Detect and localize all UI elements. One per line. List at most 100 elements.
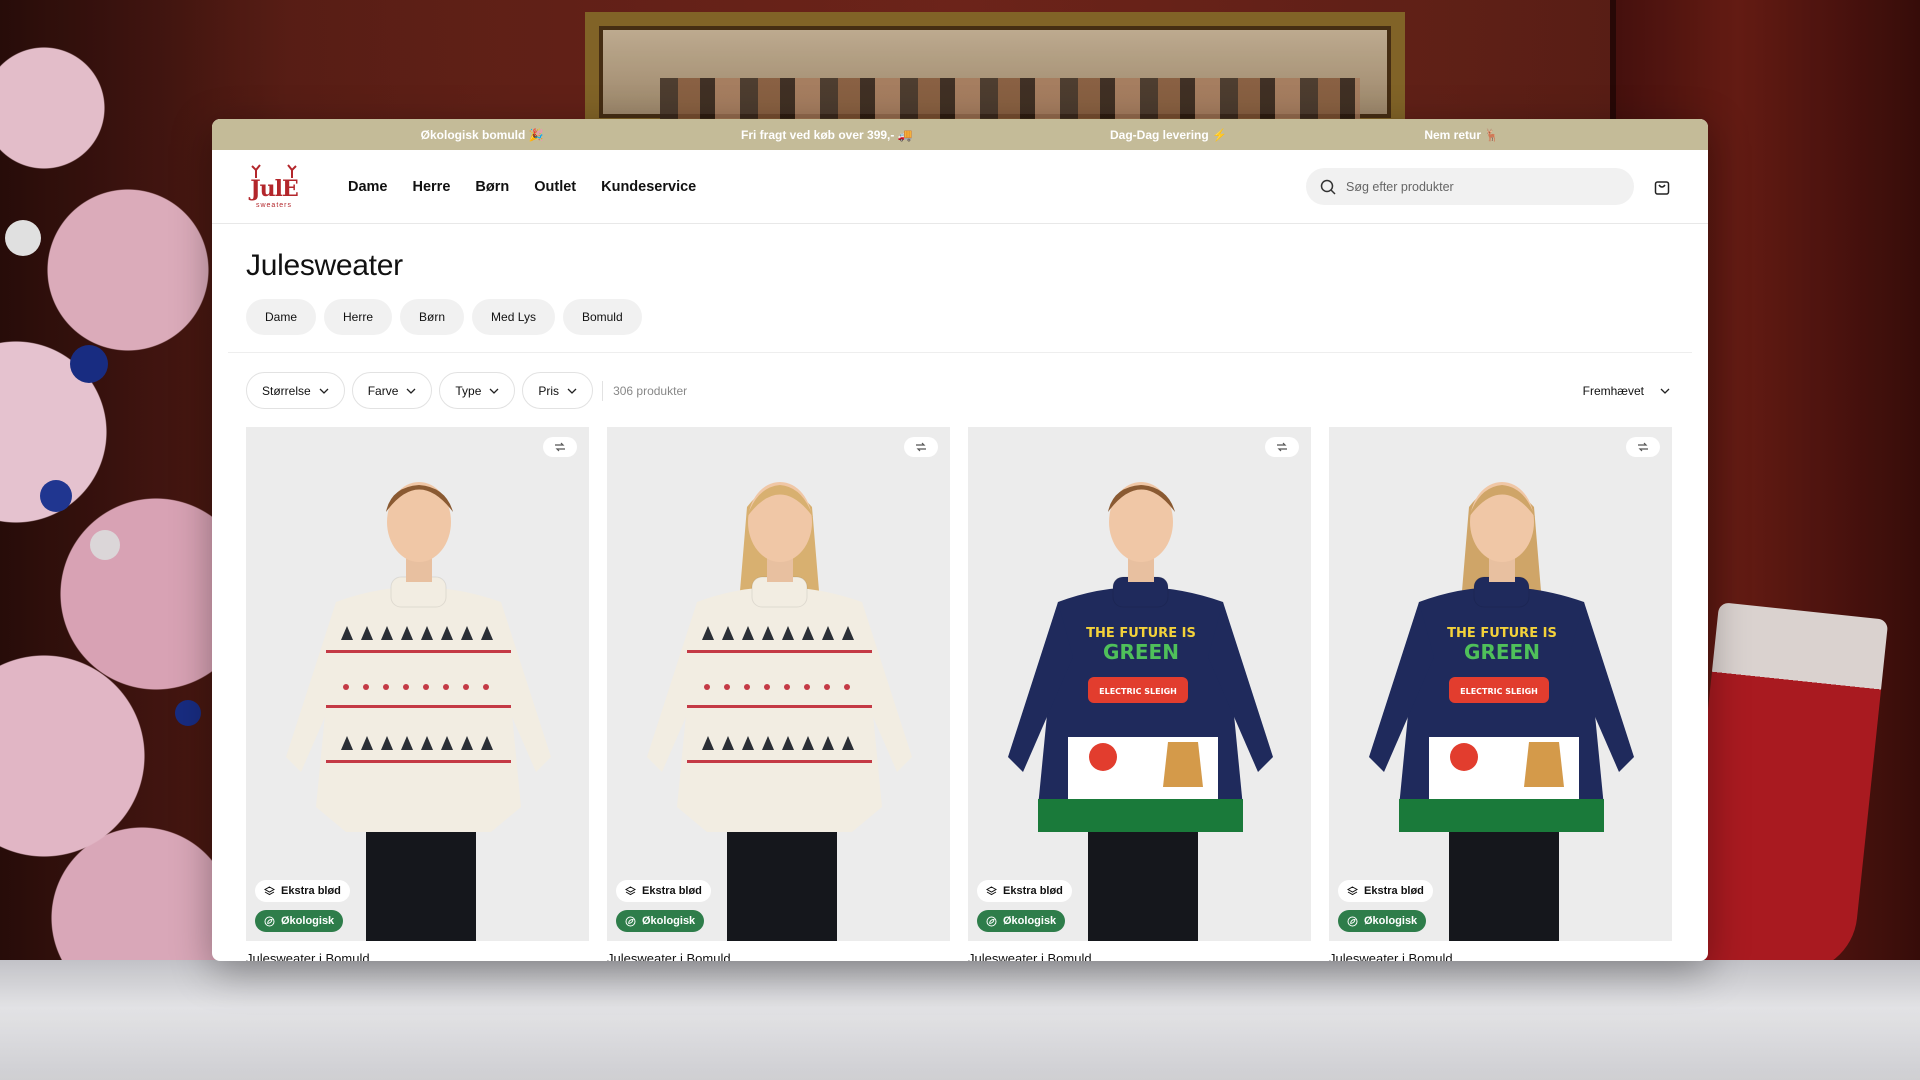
sweater-pattern-dot (443, 684, 449, 690)
badge-label: Ekstra blød (642, 885, 702, 897)
filter-type[interactable]: Type (439, 372, 516, 409)
sweater-pattern-dot (844, 684, 850, 690)
chip-bomuld[interactable]: Bomuld (562, 299, 642, 335)
nav-born[interactable]: Børn (475, 179, 509, 195)
product-photo: THE FUTURE ISGREEN ELECTRIC SLEIGH (1008, 482, 1273, 941)
chevron-down-icon (319, 388, 329, 394)
nav-dame[interactable]: Dame (348, 179, 388, 195)
filter-size[interactable]: Størrelse (246, 372, 345, 409)
search-icon (1320, 179, 1336, 195)
product-photo: THE FUTURE ISGREEN ELECTRIC SLEIGH (1369, 482, 1634, 941)
product-photo (286, 482, 551, 941)
product-image[interactable]: Ekstra blød Økologisk (607, 427, 950, 941)
sweater-body (677, 587, 882, 832)
sweater-santa (1450, 743, 1478, 771)
cart-icon (1654, 180, 1670, 195)
badge-organic: Økologisk (1338, 910, 1427, 932)
chip-born[interactable]: Børn (400, 299, 465, 335)
compare-button[interactable] (904, 437, 938, 457)
badge-label: Økologisk (1364, 915, 1418, 927)
badge-extra-soft: Ekstra blød (977, 880, 1072, 902)
product-name[interactable]: Julesweater i Bomuld (1329, 951, 1672, 961)
product-image[interactable]: THE FUTURE IS GREEN ELECTRIC SLEIGH Ekstra… (1329, 427, 1672, 941)
sweater-pattern-dot (463, 684, 469, 690)
product-image[interactable]: Ekstra blød Økologisk (246, 427, 589, 941)
product-count: 306 produkter (602, 380, 687, 401)
sweater-print-text: GREEN (1103, 640, 1179, 664)
product-card[interactable]: Ekstra blød Økologisk Julesweater i Bomu… (246, 427, 589, 961)
product-image[interactable]: THE FUTURE IS GREEN ELECTRIC SLEIGH Ekstra… (968, 427, 1311, 941)
product-name[interactable]: Julesweater i Bomuld (246, 951, 589, 961)
compare-button[interactable] (543, 437, 577, 457)
chip-med-lys[interactable]: Med Lys (472, 299, 555, 335)
sweater-pattern-dot (403, 684, 409, 690)
nav-outlet[interactable]: Outlet (534, 179, 576, 195)
layers-icon (1347, 885, 1358, 895)
badge-label: Økologisk (281, 915, 335, 927)
sweater-pattern-stripe (687, 760, 872, 763)
leaf-icon (986, 916, 997, 926)
logo-text: JulE (250, 176, 299, 202)
leaf-icon (264, 916, 275, 926)
product-card[interactable]: Ekstra blød Økologisk Julesweater i Bomu… (607, 427, 950, 961)
sweater-reindeer (1163, 742, 1203, 787)
filter-color[interactable]: Farve (351, 372, 433, 409)
product-card[interactable]: THE FUTURE IS GREEN ELECTRIC SLEIGH Ekstra… (968, 427, 1311, 961)
compare-button[interactable] (1265, 437, 1299, 457)
product-name[interactable]: Julesweater i Bomuld (607, 951, 950, 961)
sweater-print-text: THE FUTURE IS (1086, 626, 1196, 641)
product-card[interactable]: THE FUTURE IS GREEN ELECTRIC SLEIGH Ekstra… (1329, 427, 1672, 961)
filter-label: Pris (538, 383, 560, 398)
chevron-down-icon (489, 388, 499, 394)
layers-icon (625, 885, 636, 895)
badge-label: Ekstra blød (281, 885, 341, 897)
badge-organic: Økologisk (616, 910, 705, 932)
sweater-pattern-stripe (326, 705, 511, 708)
main-content: Julesweater Dame Herre Børn Med Lys Bomu… (212, 249, 1708, 961)
nav-kundeservice[interactable]: Kundeservice (601, 179, 696, 195)
site-logo[interactable]: JulE sweaters (246, 163, 302, 211)
chevron-down-icon (1660, 388, 1670, 394)
sort-label: Fremhævet (1582, 383, 1644, 398)
sweater-pattern-stripe (687, 650, 872, 653)
chip-herre[interactable]: Herre (324, 299, 393, 335)
sweater-pattern-dot (423, 684, 429, 690)
website-window: Økologisk bomuld 🎉 Fri fragt ved køb ove… (212, 119, 1708, 961)
compare-icon (916, 442, 926, 452)
cart-button[interactable] (1650, 175, 1674, 199)
sweater-pattern-dot (744, 684, 750, 690)
sweater-hem (1038, 799, 1243, 832)
chevron-down-icon (406, 388, 416, 394)
badge-organic: Økologisk (255, 910, 344, 932)
product-name[interactable]: Julesweater i Bomuld (968, 951, 1311, 961)
sweater-body (316, 587, 521, 832)
sweater-pattern-stripe (687, 705, 872, 708)
badge-label: Økologisk (1003, 915, 1057, 927)
chip-dame[interactable]: Dame (246, 299, 317, 335)
sweater-pattern-dot (483, 684, 489, 690)
sweater-pattern-dot (824, 684, 830, 690)
badge-extra-soft: Ekstra blød (1338, 880, 1433, 902)
category-chips: Dame Herre Børn Med Lys Bomuld (246, 299, 1674, 335)
sweater-pattern-dot (804, 684, 810, 690)
page-title: Julesweater (246, 249, 403, 282)
sweater-pattern-dot (343, 684, 349, 690)
search-input[interactable] (1346, 179, 1620, 194)
filter-price[interactable]: Pris (522, 372, 594, 409)
product-grid: Ekstra blød Økologisk Julesweater i Bomu… (246, 427, 1674, 961)
sweater-hem (1399, 799, 1604, 832)
compare-button[interactable] (1626, 437, 1660, 457)
leaf-icon (1347, 916, 1358, 926)
sweater-pattern-dot (704, 684, 710, 690)
leaf-icon (625, 916, 636, 926)
main-nav: Dame Herre Børn Outlet Kundeservice (348, 179, 696, 195)
sort-dropdown[interactable]: Fremhævet (1583, 384, 1670, 398)
sweater-pattern-dot (724, 684, 730, 690)
logo-subtext: sweaters (255, 202, 292, 209)
compare-icon (555, 442, 565, 452)
announcement-item: Fri fragt ved køb over 399,- 🚚 (740, 127, 913, 142)
search-box[interactable] (1306, 168, 1634, 205)
sweater-pattern-dot (363, 684, 369, 690)
filter-label: Størrelse (262, 383, 311, 398)
nav-herre[interactable]: Herre (413, 179, 451, 195)
